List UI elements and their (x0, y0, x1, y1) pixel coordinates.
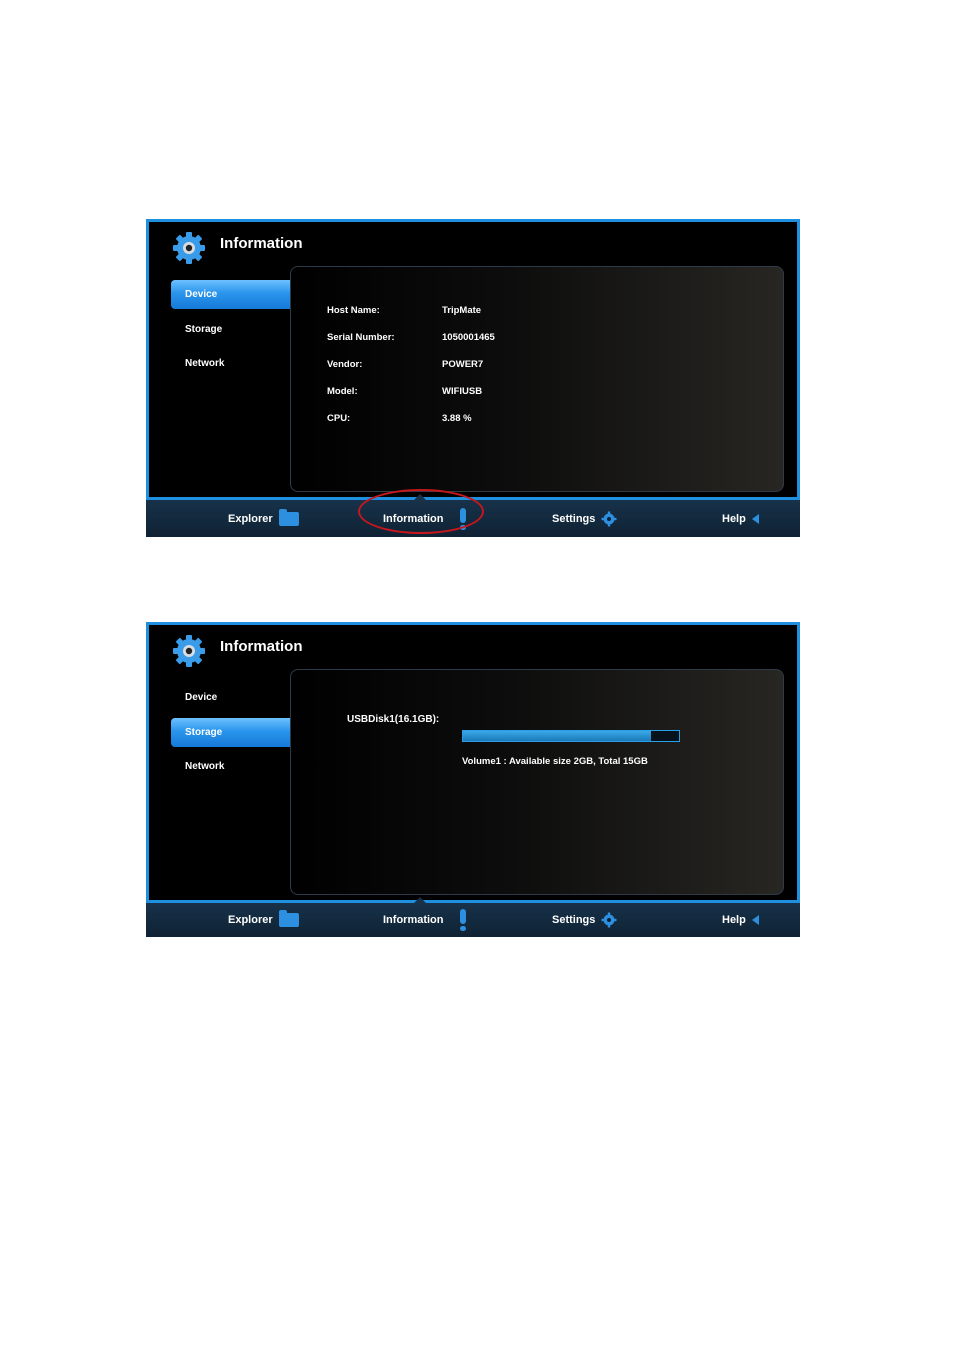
folder-icon (278, 508, 299, 526)
nav-settings-label: Settings (552, 512, 596, 525)
screenshot-storage-info: Information Device Storage Network USBDi… (146, 622, 800, 937)
sidebar-item-storage[interactable]: Storage (171, 315, 292, 344)
nav-settings[interactable]: Settings (552, 903, 617, 937)
host-name-value: TripMate (442, 305, 482, 316)
triangle-left-icon (751, 915, 759, 925)
screenshot-device-info: Information Device Storage Network Host … (146, 219, 800, 537)
nav-help[interactable]: Help (722, 500, 759, 537)
vendor-label: Vendor: (327, 359, 363, 370)
model-label: Model: (327, 386, 358, 397)
nav-explorer-label: Explorer (228, 914, 273, 926)
serial-number-label: Serial Number: (327, 332, 395, 343)
cpu-value: 3.88 % (442, 413, 472, 424)
gear-icon (601, 912, 617, 928)
bottom-nav-bar: Explorer Information Settings Help (146, 897, 800, 937)
volume-info: Volume1 : Available size 2GB, Total 15GB (462, 756, 648, 767)
disk-usage-fill (463, 731, 651, 741)
host-name-label: Host Name: (327, 305, 380, 316)
sidebar-item-device[interactable]: Device (171, 280, 292, 309)
serial-number-value: 1050001465 (442, 332, 495, 343)
nav-help[interactable]: Help (722, 903, 759, 937)
nav-explorer-label: Explorer (228, 512, 273, 525)
sidebar-item-device[interactable]: Device (171, 683, 292, 712)
page-title: Information (220, 235, 303, 252)
app-window: Information Device Storage Network Host … (146, 219, 800, 500)
nav-explorer[interactable]: Explorer (228, 500, 299, 537)
storage-info-panel: USBDisk1(16.1GB): Volume1 : Available si… (290, 669, 784, 895)
vendor-value: POWER7 (442, 359, 484, 370)
nav-help-label: Help (722, 914, 746, 926)
gear-icon (601, 511, 617, 526)
triangle-left-icon (751, 513, 759, 524)
highlight-circle (358, 489, 484, 534)
page-title: Information (220, 638, 303, 655)
nav-settings[interactable]: Settings (552, 500, 617, 537)
disk-label: USBDisk1(16.1GB): (347, 714, 440, 725)
disk-usage-bar (462, 730, 680, 742)
sidebar-item-storage[interactable]: Storage (171, 718, 292, 747)
cpu-label: CPU: (327, 413, 351, 424)
nav-settings-label: Settings (552, 914, 596, 926)
device-info-panel: Host Name: TripMate Serial Number: 10500… (290, 266, 784, 492)
nav-information[interactable]: Information (383, 903, 466, 937)
sidebar-item-network[interactable]: Network (171, 349, 292, 378)
nav-explorer[interactable]: Explorer (228, 903, 299, 937)
exclamation-icon (459, 909, 466, 931)
sidebar-item-network[interactable]: Network (171, 752, 292, 781)
gear-icon (173, 635, 205, 667)
model-value: WIFIUSB (442, 386, 483, 397)
gear-icon (173, 232, 205, 264)
nav-information-label: Information (383, 914, 444, 926)
nav-help-label: Help (722, 512, 746, 525)
app-window: Information Device Storage Network USBDi… (146, 622, 800, 903)
folder-icon (278, 910, 299, 927)
